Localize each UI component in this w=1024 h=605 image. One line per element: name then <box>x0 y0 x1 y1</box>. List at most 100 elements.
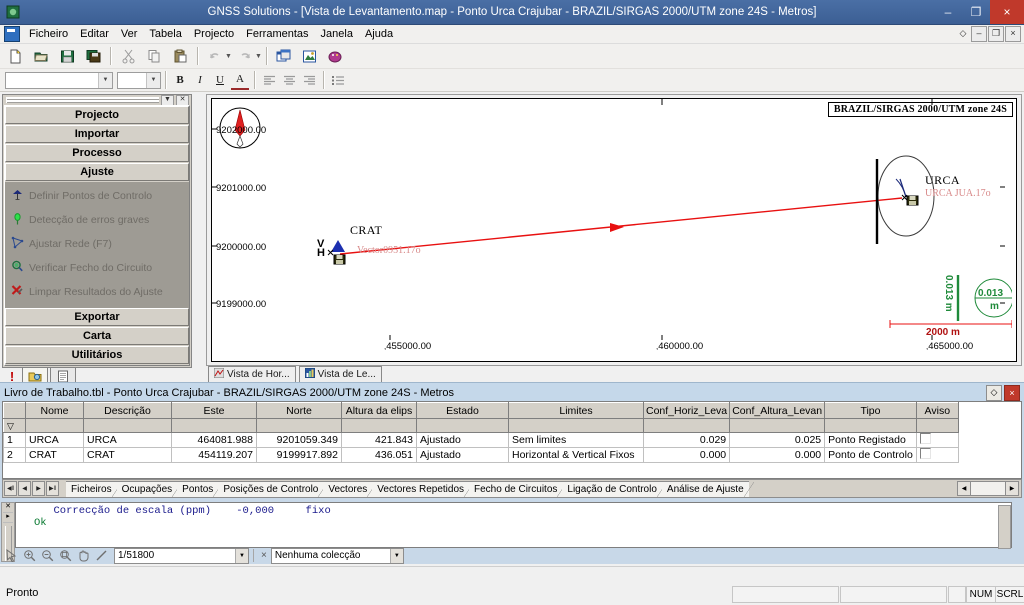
sheet-tab-analise-ajuste[interactable]: Análise de Ajuste <box>661 480 754 497</box>
menu-ver[interactable]: Ver <box>115 27 144 41</box>
filter-norte[interactable] <box>256 418 342 433</box>
font-color-button[interactable]: A <box>231 70 249 90</box>
map-scale-combo[interactable]: 1/51800 ▼ <box>114 547 249 564</box>
filter-nome[interactable] <box>25 418 84 433</box>
palette-icon[interactable] <box>324 45 348 68</box>
scroll-right-button[interactable]: ▶ <box>1005 481 1019 496</box>
cell-nome[interactable]: URCA <box>25 432 84 448</box>
cell-descricao[interactable]: URCA <box>83 432 172 448</box>
sheet-tab-fecho-circuitos[interactable]: Fecho de Circuitos <box>469 480 568 497</box>
menu-editar[interactable]: Editar <box>74 27 115 41</box>
table-row[interactable]: 1 URCA URCA 464081.988 9201059.349 421.8… <box>3 432 959 448</box>
nav-next-button[interactable]: ▶ <box>32 481 45 496</box>
menu-ferramentas[interactable]: Ferramentas <box>240 27 314 41</box>
console-output[interactable]: Correcção de escala (ppm) -0,000 fixo Ok <box>15 502 1012 549</box>
cell-nome[interactable]: CRAT <box>25 447 84 463</box>
filter-limites[interactable] <box>508 418 644 433</box>
console-collapse-button[interactable]: ▸ <box>3 513 13 523</box>
select-arrow-icon[interactable] <box>3 548 20 563</box>
zoom-in-icon[interactable] <box>21 548 38 563</box>
points-table[interactable]: Nome Descrição Este Norte Altura da elip… <box>2 401 1022 479</box>
zoom-out-icon[interactable] <box>39 548 56 563</box>
font-size-caret-icon[interactable]: ▼ <box>146 72 160 88</box>
undo-dropdown-caret-icon[interactable]: ▼ <box>225 53 232 60</box>
col-tipo[interactable]: Tipo <box>824 402 917 419</box>
font-name-caret-icon[interactable]: ▼ <box>98 72 112 88</box>
workbook-horizontal-scrollbar[interactable]: ◀ ▶ <box>957 481 1019 496</box>
filter-conf-horiz[interactable] <box>642 418 731 433</box>
console-scrollbar[interactable] <box>998 505 1011 549</box>
nav-first-button[interactable]: ◀‖ <box>4 481 17 496</box>
tab-vista-de-horizontal[interactable]: Vista de Hor... <box>208 366 296 383</box>
cell-conf-horiz[interactable]: 0.029 <box>642 432 731 448</box>
open-icon[interactable] <box>29 45 53 68</box>
workbook-close-button[interactable]: × <box>1004 384 1020 401</box>
map-point-symbol-urca[interactable] <box>901 191 921 212</box>
nav-prev-button[interactable]: ◀ <box>18 481 31 496</box>
filter-estado[interactable] <box>416 418 509 433</box>
aviso-checkbox[interactable] <box>919 433 931 444</box>
filter-descricao[interactable] <box>83 418 172 433</box>
copy-icon[interactable] <box>142 45 166 68</box>
col-conf-horiz[interactable]: Conf_Horiz_Leva <box>642 402 731 419</box>
sidebar-drag-handle[interactable] <box>6 97 159 103</box>
aviso-checkbox[interactable] <box>919 448 931 459</box>
pan-hand-icon[interactable] <box>75 548 92 563</box>
map-canvas[interactable]: BRAZIL/SIRGAS 2000/UTM zone 24S 9202000.… <box>211 98 1017 362</box>
sidebar-item-ajustar-rede[interactable]: Ajustar Rede (F7) <box>8 236 186 252</box>
sidebar-header-ajuste[interactable]: Ajuste <box>5 163 189 181</box>
sidebar-header-processo[interactable]: Processo <box>5 144 189 162</box>
filter-funnel-icon[interactable]: ▽ <box>3 418 26 433</box>
cell-conf-altura[interactable]: 0.025 <box>729 432 826 448</box>
nav-last-button[interactable]: ▶‖ <box>46 481 59 496</box>
sidebar-item-definir-pontos-controlo[interactable]: Definir Pontos de Controlo <box>8 188 186 204</box>
sheet-tab-pontos[interactable]: Pontos <box>177 480 224 497</box>
sidebar-header-carta[interactable]: Carta <box>5 327 189 345</box>
cell-limites[interactable]: Horizontal & Vertical Fixos <box>508 447 644 463</box>
mdi-minimize-button[interactable]: – <box>971 26 987 42</box>
scroll-track[interactable] <box>971 481 1005 496</box>
sheet-tab-ficheiros[interactable]: Ficheiros <box>66 480 122 497</box>
col-aviso[interactable]: Aviso <box>915 402 959 419</box>
map-view-icon[interactable] <box>298 45 322 68</box>
sidebar-header-exportar[interactable]: Exportar <box>5 308 189 326</box>
filter-aviso[interactable] <box>915 418 959 433</box>
sheet-tab-posicoes-controlo[interactable]: Posições de Controlo <box>218 480 329 497</box>
maximize-button[interactable]: ❐ <box>962 0 990 24</box>
bullets-icon[interactable] <box>329 71 347 89</box>
sidebar-header-importar[interactable]: Importar <box>5 125 189 143</box>
underline-button[interactable]: U <box>211 71 229 89</box>
bold-button[interactable]: B <box>171 71 189 89</box>
scroll-left-button[interactable]: ◀ <box>957 481 971 496</box>
sidebar-grip[interactable]: ▼ ✕ <box>3 94 191 106</box>
cell-altura[interactable]: 421.843 <box>341 432 417 448</box>
cell-conf-altura[interactable]: 0.000 <box>729 447 826 463</box>
cell-este[interactable]: 464081.988 <box>171 432 257 448</box>
col-altura-elipsoide[interactable]: Altura da elips <box>341 402 417 419</box>
measure-icon[interactable] <box>93 548 110 563</box>
cell-este[interactable]: 454119.207 <box>171 447 257 463</box>
font-name-combo[interactable]: ▼ <box>5 71 113 89</box>
close-button[interactable]: × <box>990 0 1024 24</box>
sheet-tab-vectores[interactable]: Vectores <box>323 480 378 497</box>
redo-icon[interactable] <box>233 45 257 68</box>
col-conf-altura[interactable]: Conf_Altura_Levan <box>729 402 826 419</box>
align-left-icon[interactable] <box>260 71 278 89</box>
col-norte[interactable]: Norte <box>256 402 342 419</box>
row-corner-header[interactable] <box>3 402 26 419</box>
sheet-tab-ligacao-controlo[interactable]: Ligação de Controlo <box>562 480 667 497</box>
mdi-maximize-button[interactable]: ❐ <box>988 26 1004 42</box>
sidebar-minimize-button[interactable]: ▼ <box>161 94 174 106</box>
mdi-restore-diamond-icon[interactable]: ◇ <box>956 27 970 41</box>
sidebar-item-deteccao-erros[interactable]: Detecção de erros graves <box>8 212 186 228</box>
sidebar-item-verificar-fecho-circuito[interactable]: Verificar Fecho do Circuito <box>8 260 186 276</box>
menu-janela[interactable]: Janela <box>315 27 359 41</box>
sheet-tab-vectores-repetidos[interactable]: Vectores Repetidos <box>372 480 474 497</box>
new-icon[interactable] <box>3 45 27 68</box>
table-filter-row[interactable]: ▽ <box>3 418 959 433</box>
col-este[interactable]: Este <box>171 402 257 419</box>
save-all-icon[interactable] <box>81 45 105 68</box>
col-nome[interactable]: Nome <box>25 402 84 419</box>
collection-caret-icon[interactable]: ▼ <box>389 548 403 563</box>
workbook-restore-button[interactable]: ◇ <box>986 384 1002 401</box>
